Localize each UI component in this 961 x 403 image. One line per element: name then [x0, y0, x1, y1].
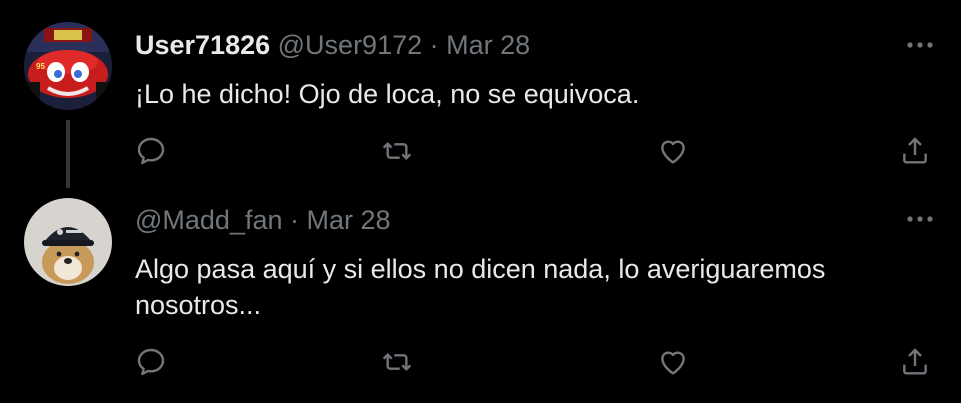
tweet-text: ¡Lo he dicho! Ojo de loca, no se equivoc…	[135, 79, 640, 109]
timestamp[interactable]: Mar 28	[446, 30, 530, 60]
tweet-header: @Madd_fan · Mar 28	[135, 204, 391, 236]
like-icon	[661, 351, 685, 375]
share-button[interactable]	[899, 346, 931, 378]
reply-icon	[137, 137, 165, 165]
avatar[interactable]	[24, 198, 112, 286]
handle[interactable]: @User9172	[278, 30, 422, 60]
more-dots-icon	[907, 42, 933, 48]
timestamp[interactable]: Mar 28	[307, 205, 391, 235]
like-button[interactable]	[657, 346, 689, 378]
tweet[interactable]: 95 User71826 @User9172 · Mar 28 ¡Lo he d…	[0, 0, 961, 190]
display-name[interactable]: User71826	[135, 30, 270, 60]
retweet-icon	[382, 141, 412, 161]
retweet-icon	[382, 352, 412, 372]
dog-with-cap-avatar-icon	[24, 198, 112, 286]
reply-button[interactable]	[135, 135, 167, 167]
reply-icon	[137, 348, 165, 376]
tweet-header: User71826 @User9172 · Mar 28	[135, 29, 530, 61]
retweet-button[interactable]	[381, 346, 413, 378]
tweet[interactable]: @Madd_fan · Mar 28 Algo pasa aquí y si e…	[0, 190, 961, 403]
more-options-button[interactable]	[905, 37, 935, 48]
separator: ·	[429, 30, 439, 60]
like-icon	[661, 140, 685, 164]
reply-button[interactable]	[135, 346, 167, 378]
share-icon	[903, 348, 927, 375]
more-dots-icon	[907, 216, 933, 222]
share-icon	[903, 137, 927, 164]
tweet-text: Algo pasa aquí y si ellos no dicen nada,…	[135, 254, 826, 320]
separator: ·	[290, 205, 300, 235]
thread-line	[66, 120, 70, 188]
avatar[interactable]: 95	[24, 22, 112, 110]
svg-text:95: 95	[36, 62, 45, 71]
share-button[interactable]	[899, 135, 931, 167]
handle[interactable]: @Madd_fan	[135, 205, 283, 235]
race-car-avatar-icon: 95	[24, 22, 112, 110]
like-button[interactable]	[657, 135, 689, 167]
retweet-button[interactable]	[381, 135, 413, 167]
more-options-button[interactable]	[905, 211, 935, 222]
